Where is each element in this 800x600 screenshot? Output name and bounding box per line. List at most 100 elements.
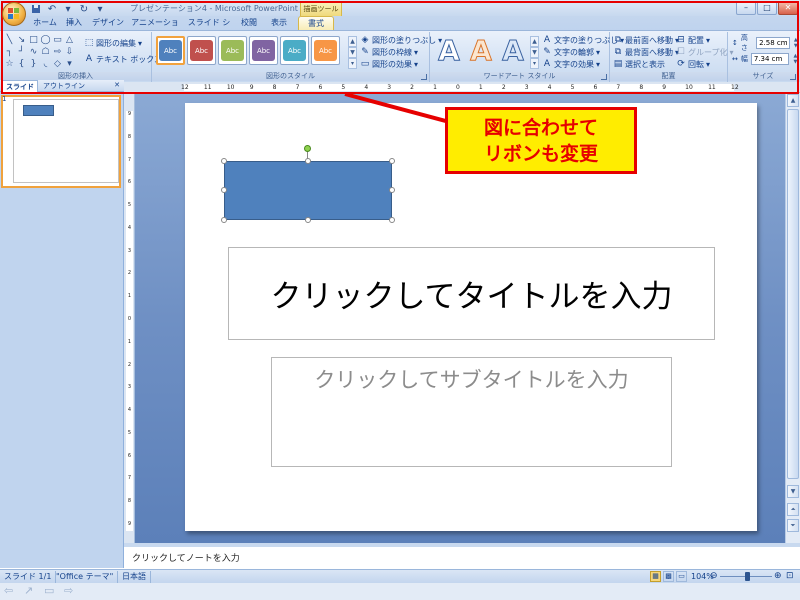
- tab-review[interactable]: 校閲: [236, 16, 262, 30]
- width-input[interactable]: 7.34 cm: [750, 52, 789, 65]
- more-wordart-icon[interactable]: ▾: [530, 58, 539, 69]
- freeform-shape-icon[interactable]: ☖: [40, 47, 51, 58]
- elbow-shape-icon[interactable]: ┘: [16, 47, 27, 58]
- resize-handle[interactable]: [389, 187, 395, 193]
- tab-insert[interactable]: 挿入: [62, 16, 86, 30]
- bring-front-button[interactable]: ⧉ 最前面へ移動 ▾: [613, 35, 679, 46]
- rotate-button[interactable]: ⟳ 回転 ▾: [676, 59, 710, 70]
- shape-style-swatch[interactable]: Abc: [218, 36, 247, 65]
- tab-slides[interactable]: スライド: [2, 80, 38, 92]
- vertical-scrollbar[interactable]: ▲ ▼ ⏶ ⏷: [785, 93, 800, 543]
- dialog-launcher-icon[interactable]: [601, 74, 607, 80]
- wordart-style-orange[interactable]: A: [466, 34, 496, 67]
- resize-handle[interactable]: [221, 158, 227, 164]
- slide-sorter-icon[interactable]: ▩: [663, 571, 674, 582]
- tab-design[interactable]: デザイン: [90, 16, 126, 30]
- connector-shape-icon[interactable]: ┐: [4, 47, 15, 58]
- scroll-down-icon[interactable]: ▼: [348, 47, 357, 58]
- shape-style-swatch[interactable]: Abc: [311, 36, 340, 65]
- flowchart-shape-icon[interactable]: ◇: [52, 59, 63, 70]
- resize-handle[interactable]: [221, 217, 227, 223]
- swatch-sample: Abc: [314, 40, 337, 61]
- tab-outline[interactable]: アウトライン: [40, 80, 88, 92]
- triangle-shape-icon[interactable]: △: [64, 35, 75, 46]
- tab-home[interactable]: ホーム: [28, 16, 62, 30]
- shape-style-swatch[interactable]: Abc: [156, 36, 185, 65]
- wordart-style-plain[interactable]: A: [434, 34, 464, 67]
- slideshow-view-icon[interactable]: ▭: [676, 571, 687, 582]
- resize-handle[interactable]: [305, 217, 311, 223]
- resize-handle[interactable]: [221, 187, 227, 193]
- office-button[interactable]: [2, 2, 26, 26]
- brace-shape-icon[interactable]: {: [16, 59, 27, 70]
- close-button[interactable]: ✕: [778, 1, 798, 15]
- title-placeholder[interactable]: クリックしてタイトルを入力: [228, 247, 715, 340]
- scroll-up-icon[interactable]: ▲: [530, 36, 539, 47]
- height-spinner[interactable]: ▲ ▼: [793, 37, 799, 49]
- save-icon[interactable]: [30, 3, 42, 15]
- normal-view-icon[interactable]: ▦: [650, 571, 661, 582]
- text-effects-button[interactable]: A 文字の効果 ▾: [542, 59, 600, 70]
- width-spinner[interactable]: ▲ ▼: [792, 53, 799, 65]
- scrollbar-thumb[interactable]: [787, 109, 799, 479]
- more-shapes-icon[interactable]: ▾: [64, 59, 75, 70]
- line-shape-icon[interactable]: ╲: [4, 35, 15, 46]
- wordart-style-blue[interactable]: A: [498, 34, 528, 67]
- scroll-down-icon[interactable]: ▼: [787, 485, 799, 498]
- previous-slide-icon[interactable]: ⏶: [787, 503, 799, 516]
- shape-outline-button[interactable]: ✎ 図形の枠線 ▾: [360, 47, 418, 58]
- height-input[interactable]: 2.58 cm: [756, 36, 790, 49]
- fit-window-icon[interactable]: ⊡: [786, 571, 794, 581]
- arrow-shape-icon[interactable]: ↘: [16, 35, 27, 46]
- selected-rectangle-shape[interactable]: [224, 161, 392, 220]
- tab-slideshow[interactable]: スライド ショー: [184, 16, 234, 41]
- edit-shape-button[interactable]: ⬚ 図形の編集 ▾: [84, 38, 142, 49]
- curve-shape-icon[interactable]: ∿: [28, 47, 39, 58]
- scroll-up-icon[interactable]: ▲: [348, 36, 357, 47]
- group-button[interactable]: ⧠ グループ化 ▾: [676, 47, 733, 58]
- down-arrow-shape-icon[interactable]: ⇩: [64, 47, 75, 58]
- shape-style-swatch[interactable]: Abc: [280, 36, 309, 65]
- shape-effects-button[interactable]: ▭ 図形の効果 ▾: [360, 59, 418, 70]
- scroll-up-icon[interactable]: ▲: [787, 94, 799, 107]
- scroll-down-icon[interactable]: ▼: [530, 47, 539, 58]
- tab-animation[interactable]: アニメーション: [128, 16, 182, 41]
- ruler-tick-label: 6: [127, 452, 132, 459]
- rounded-rect-shape-icon[interactable]: ▭: [52, 35, 63, 46]
- rotation-handle[interactable]: [304, 145, 311, 152]
- resize-handle[interactable]: [389, 158, 395, 164]
- maximize-button[interactable]: □: [757, 1, 777, 15]
- block-arrow-shape-icon[interactable]: ⇨: [52, 47, 63, 58]
- subtitle-placeholder[interactable]: クリックしてサブタイトルを入力: [271, 357, 672, 467]
- minimize-button[interactable]: –: [736, 1, 756, 15]
- undo-dropdown-icon[interactable]: ▾: [62, 3, 74, 15]
- close-icon[interactable]: ✕: [113, 81, 121, 90]
- callout-shape-icon[interactable]: ◟: [40, 59, 51, 70]
- send-back-button[interactable]: ⧉ 最背面へ移動 ▾: [613, 47, 679, 58]
- selection-pane-button[interactable]: ▤ 選択と表示: [613, 59, 665, 70]
- dialog-launcher-icon[interactable]: [790, 74, 796, 80]
- bracket-shape-icon[interactable]: }: [28, 59, 39, 70]
- notes-pane[interactable]: クリックしてノートを入力: [124, 543, 800, 569]
- text-outline-button[interactable]: ✎ 文字の輪郭 ▾: [542, 47, 600, 58]
- resize-handle[interactable]: [389, 217, 395, 223]
- oval-shape-icon[interactable]: ◯: [40, 35, 51, 46]
- tab-format[interactable]: 書式: [298, 16, 334, 30]
- customize-qat-icon[interactable]: ▾: [94, 3, 106, 15]
- resize-handle[interactable]: [305, 158, 311, 164]
- zoom-slider-knob[interactable]: [745, 572, 750, 581]
- shape-style-swatch[interactable]: Abc: [249, 36, 278, 65]
- next-slide-icon[interactable]: ⏷: [787, 519, 799, 532]
- zoom-out-icon[interactable]: ⊖: [710, 571, 718, 581]
- more-styles-icon[interactable]: ▾: [348, 58, 357, 69]
- zoom-in-icon[interactable]: ⊕: [774, 571, 782, 581]
- redo-icon[interactable]: ↻: [78, 3, 90, 15]
- align-button[interactable]: ⊟ 配置 ▾: [676, 35, 710, 46]
- star-shape-icon[interactable]: ☆: [4, 59, 15, 70]
- tab-view[interactable]: 表示: [264, 16, 294, 30]
- shape-style-swatch[interactable]: Abc: [187, 36, 216, 65]
- dialog-launcher-icon[interactable]: [421, 74, 427, 80]
- rectangle-shape-icon[interactable]: □: [28, 35, 39, 46]
- slide-thumbnail-selected[interactable]: [1, 95, 121, 188]
- undo-icon[interactable]: ↶: [46, 3, 58, 15]
